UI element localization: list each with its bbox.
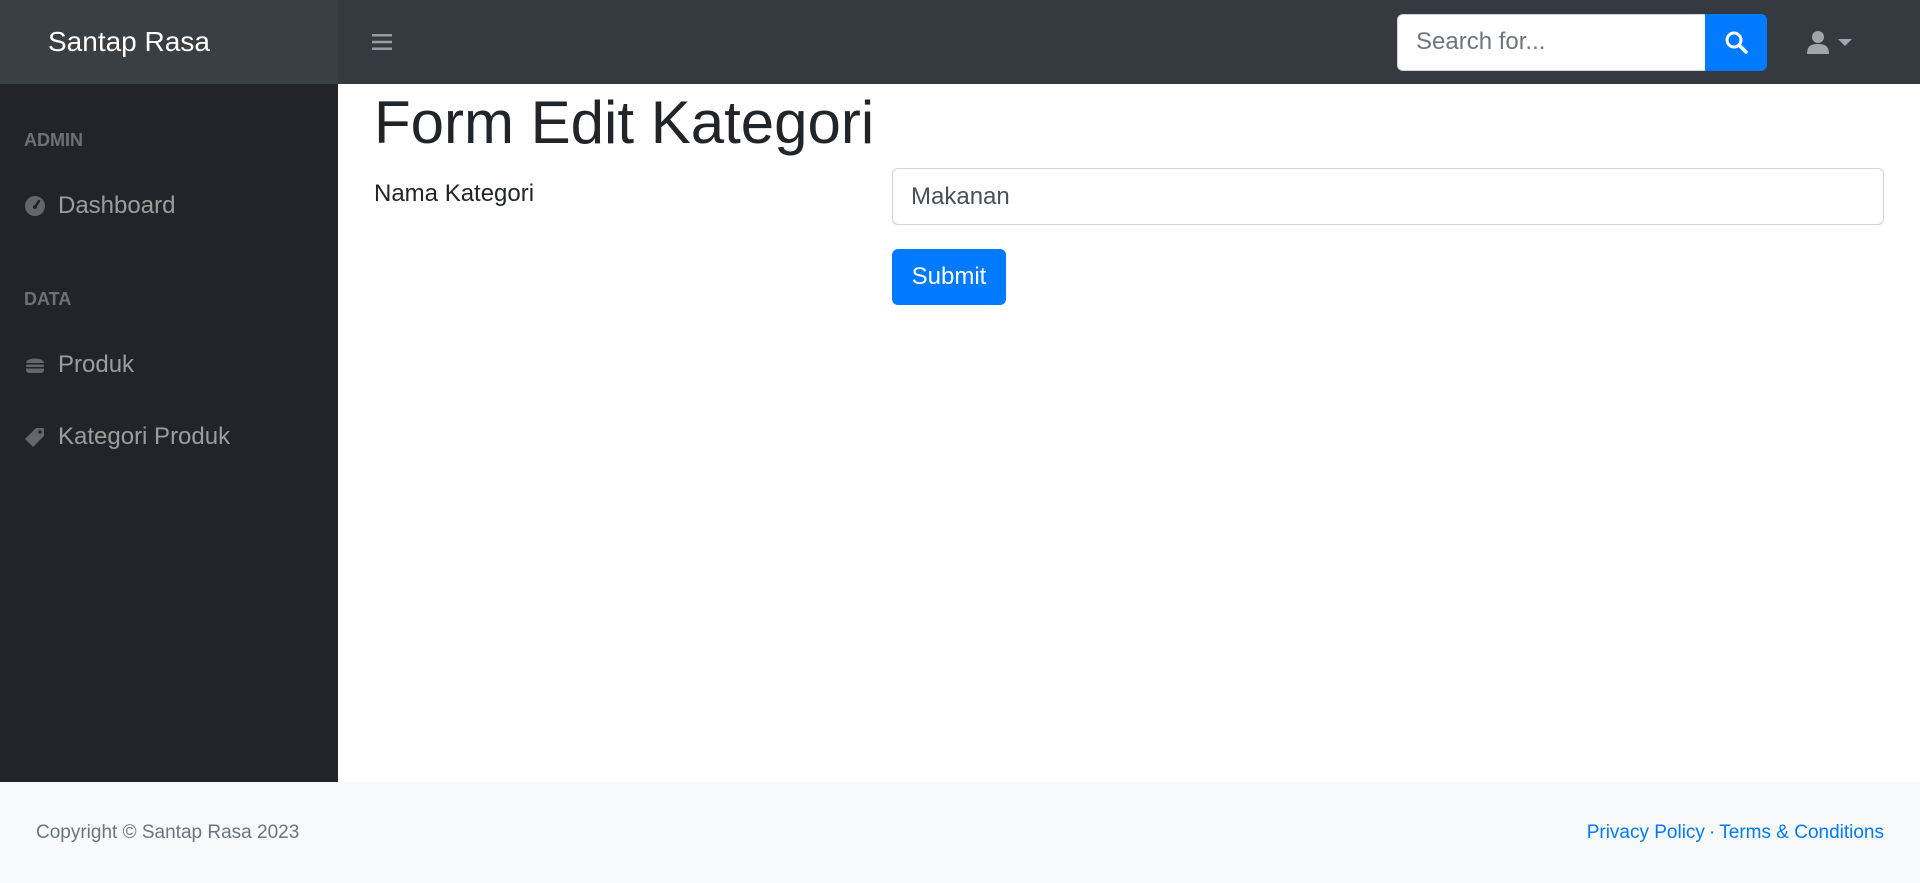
sidebar-item-label: Produk <box>58 351 135 378</box>
search-icon <box>1725 31 1748 54</box>
sidebar-item-label: Dashboard <box>58 192 176 219</box>
search-form <box>1397 13 1767 71</box>
tag-icon <box>24 426 46 448</box>
search-input[interactable] <box>1397 13 1705 71</box>
footer: Copyright © Santap Rasa 2023 Privacy Pol… <box>0 782 1920 883</box>
page-title: Form Edit Kategori <box>374 89 875 156</box>
user-dropdown[interactable] <box>1807 30 1852 54</box>
sidebar-item-kategori-produk[interactable]: Kategori Produk <box>24 423 230 451</box>
main-content: Form Edit Kategori Nama Kategori Submit <box>338 84 1920 782</box>
chevron-down-icon <box>1838 38 1852 46</box>
sidebar-heading-data: DATA <box>24 289 72 309</box>
nama-kategori-input[interactable] <box>892 168 1884 225</box>
user-icon <box>1807 31 1829 54</box>
sidebar-item-label: Kategori Produk <box>58 423 231 450</box>
privacy-policy-link[interactable]: Privacy Policy <box>1587 822 1705 843</box>
sidebar-item-produk[interactable]: Produk <box>24 351 134 379</box>
sidebar-toggle-button[interactable] <box>372 29 392 55</box>
brand-name[interactable]: Santap Rasa <box>48 26 210 58</box>
copyright-text: Copyright © Santap Rasa 2023 <box>36 821 300 843</box>
footer-links: Privacy Policy · Terms & Conditions <box>1587 822 1884 844</box>
nama-kategori-label: Nama Kategori <box>374 180 535 207</box>
terms-conditions-link[interactable]: Terms & Conditions <box>1719 822 1884 843</box>
search-button[interactable] <box>1705 13 1767 71</box>
top-navbar: Santap Rasa <box>0 0 1920 84</box>
sidebar-item-dashboard[interactable]: Dashboard <box>24 192 175 220</box>
footer-separator: · <box>1708 821 1716 843</box>
hamburger-food-icon <box>24 354 46 376</box>
submit-button[interactable]: Submit <box>892 249 1006 305</box>
tachometer-icon <box>24 195 46 217</box>
sidebar: ADMIN Dashboard DATA Produk Kategori Pro… <box>0 84 338 782</box>
sidebar-heading-admin: ADMIN <box>24 130 83 150</box>
brand-logo[interactable]: Santap Rasa <box>0 0 338 84</box>
hamburger-icon <box>372 34 392 50</box>
